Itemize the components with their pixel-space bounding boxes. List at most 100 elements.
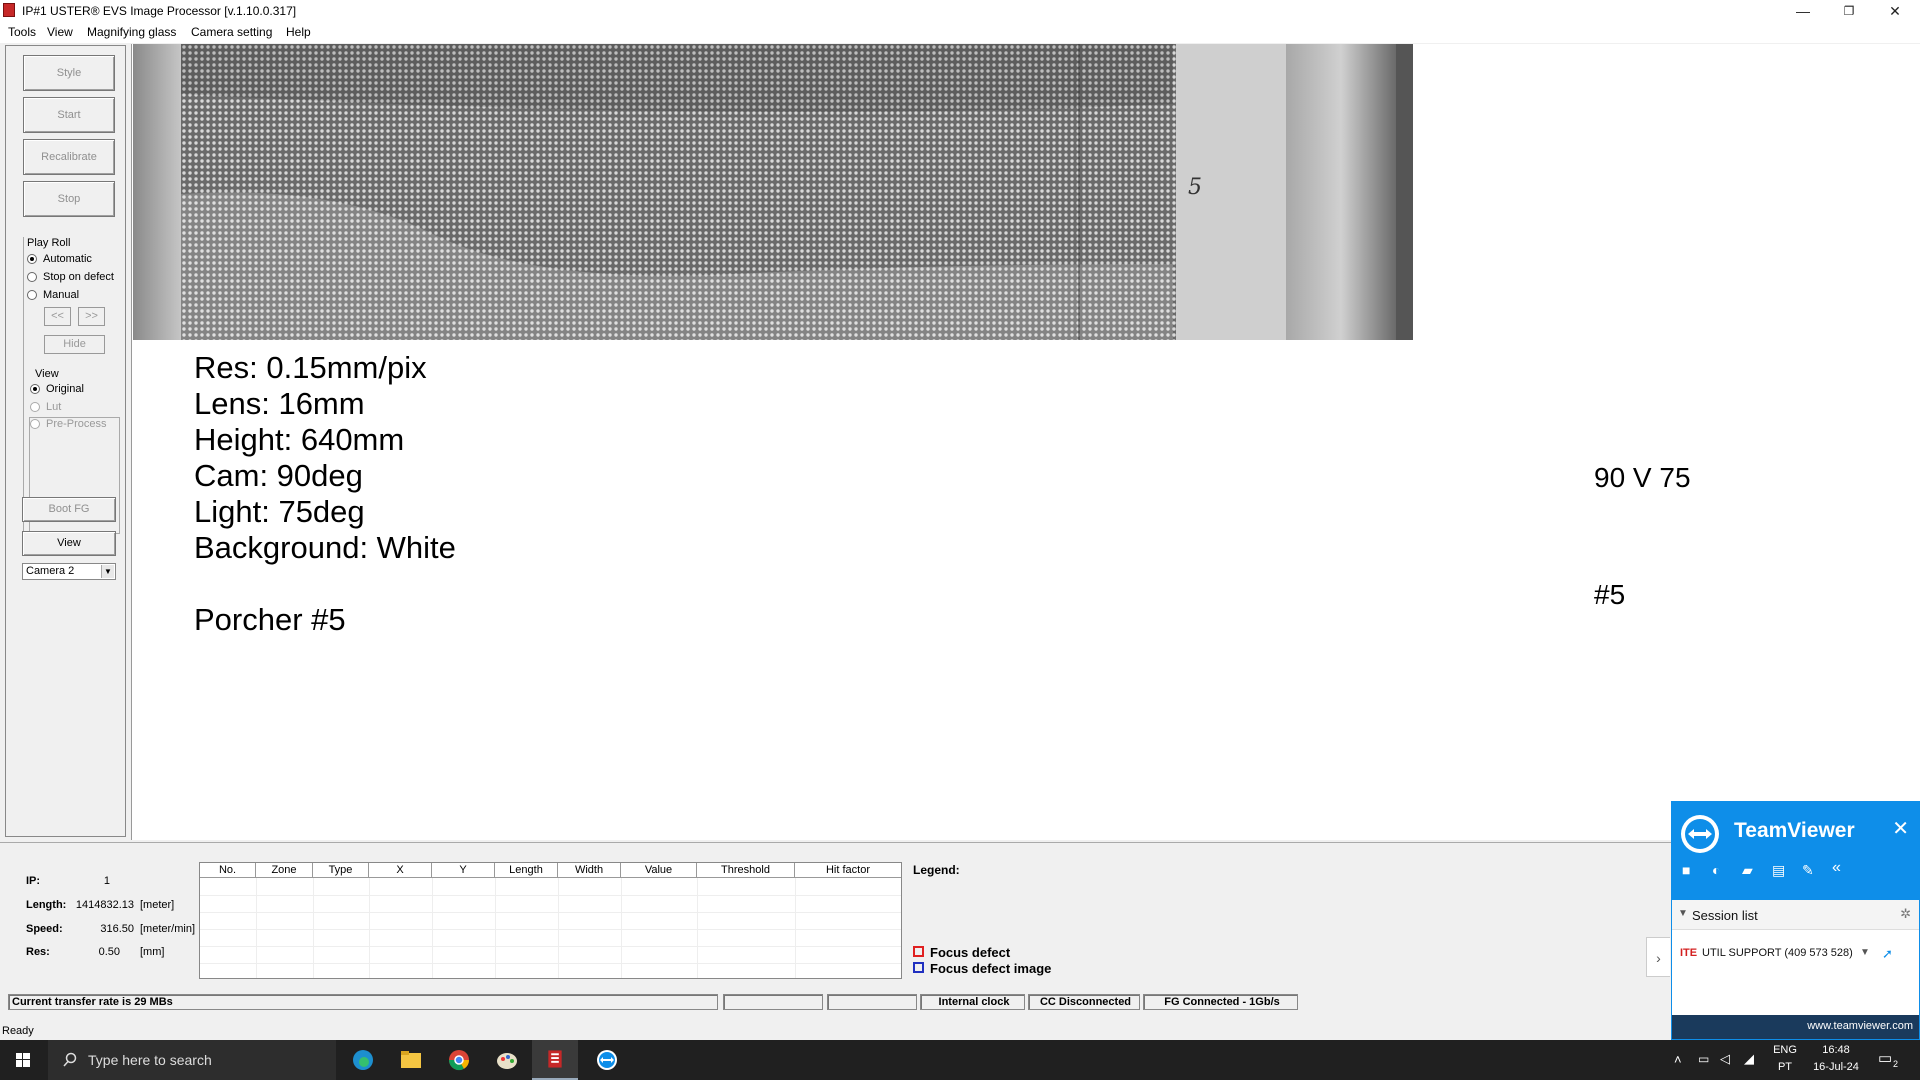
file-icon[interactable]: ▤ xyxy=(1772,862,1785,879)
legend-label-focus-defect-image: Focus defect image xyxy=(930,961,1052,976)
stop-on-defect-radio[interactable] xyxy=(27,272,37,282)
status-panel: IP: 1 Length: 1414832.13 [meter] Speed: … xyxy=(0,842,1920,1042)
clock-date[interactable]: 16-Jul-24 xyxy=(1806,1061,1866,1073)
background-text: Background: White xyxy=(194,530,456,565)
uster-evs-app-icon[interactable] xyxy=(532,1040,578,1080)
close-button[interactable]: ✕ xyxy=(1872,0,1918,22)
connect-cursor-icon[interactable]: ➚ xyxy=(1882,946,1893,962)
roll-mark-text: 5 xyxy=(1188,175,1202,200)
manual-label: Manual xyxy=(43,289,80,301)
defect-table[interactable]: No. Zone Type X Y Length Width Value Thr… xyxy=(199,862,902,979)
recalibrate-button[interactable]: Recalibrate xyxy=(23,139,115,175)
column-header-length[interactable]: Length xyxy=(495,863,558,878)
chevron-right-icon[interactable]: › xyxy=(1646,937,1670,977)
column-header-zone[interactable]: Zone xyxy=(256,863,313,878)
close-icon[interactable]: ✕ xyxy=(1892,816,1909,841)
menu-bar: Tools View Magnifying glass Camera setti… xyxy=(0,22,1920,43)
view-button[interactable]: View xyxy=(22,531,116,556)
boot-fg-button[interactable]: Boot FG xyxy=(22,497,116,522)
style-button[interactable]: Style xyxy=(23,55,115,91)
chat-icon[interactable]: ▰ xyxy=(1742,862,1753,879)
column-header-type[interactable]: Type xyxy=(313,863,369,878)
taskbar: Type here to search ˄ ▭ ◁ ◢ ENG PT 16:48… xyxy=(0,1040,1920,1080)
window-title: IP#1 USTER® EVS Image Processor [v.1.10.… xyxy=(22,4,297,18)
camera-select[interactable]: Camera 2 ▼ xyxy=(22,563,116,580)
sample-name-text: Porcher #5 xyxy=(194,602,346,637)
clock-time[interactable]: 16:48 xyxy=(1806,1044,1866,1056)
angle-note-text: 90 V 75 xyxy=(1594,462,1691,493)
legend-label-focus-defect: Focus defect xyxy=(930,945,1011,960)
stop-button[interactable]: Stop xyxy=(23,181,115,217)
title-bar: IP#1 USTER® EVS Image Processor [v.1.10.… xyxy=(0,0,1920,22)
column-header-y[interactable]: Y xyxy=(432,863,495,878)
ip-value: 1 xyxy=(103,875,110,887)
notification-icon[interactable]: ▭ xyxy=(1878,1049,1892,1067)
tools-icon[interactable]: ✎ xyxy=(1802,862,1814,879)
edge-browser-icon[interactable] xyxy=(340,1040,386,1080)
cc-status: CC Disconnected xyxy=(1028,994,1140,1010)
table-gridline xyxy=(432,878,433,978)
status-bar: Current transfer rate is 29 MBs Internal… xyxy=(8,994,1298,1010)
video-icon[interactable]: ■ xyxy=(1682,862,1690,878)
table-gridline xyxy=(495,878,496,978)
column-header-no[interactable]: No. xyxy=(200,863,256,878)
original-radio[interactable] xyxy=(30,384,40,394)
column-header-width[interactable]: Width xyxy=(558,863,621,878)
legend-swatch-focus-defect-image xyxy=(913,962,924,973)
teamviewer-url[interactable]: www.teamviewer.com xyxy=(1807,1020,1913,1032)
session-item[interactable]: UTIL SUPPORT (409 573 528) xyxy=(1702,947,1853,959)
session-list-header[interactable]: ▼ Session list ✲ xyxy=(1672,900,1919,930)
table-gridline xyxy=(558,878,559,978)
menu-camera-setting[interactable]: Camera setting xyxy=(191,25,272,39)
ready-status: Ready xyxy=(2,1025,34,1037)
file-explorer-icon[interactable] xyxy=(388,1040,434,1080)
automatic-radio[interactable] xyxy=(27,254,37,264)
hide-button[interactable]: Hide xyxy=(44,335,105,354)
chevron-up-icon[interactable]: ˄ xyxy=(1674,1052,1682,1067)
triangle-down-icon[interactable]: ▼ xyxy=(1678,908,1688,919)
network-icon[interactable]: ◢ xyxy=(1744,1051,1754,1067)
menu-view[interactable]: View xyxy=(47,25,73,39)
menu-help[interactable]: Help xyxy=(286,25,311,39)
meet-now-icon[interactable]: ▭ xyxy=(1698,1052,1709,1066)
start-button[interactable]: Start xyxy=(23,97,115,133)
chevron-down-icon[interactable]: ▼ xyxy=(101,565,114,578)
lens-text: Lens: 16mm xyxy=(194,386,365,421)
light-angle-text: Light: 75deg xyxy=(194,494,365,529)
gear-icon[interactable]: ✲ xyxy=(1900,906,1911,922)
cam-angle-text: Cam: 90deg xyxy=(194,458,363,493)
table-gridline xyxy=(369,878,370,978)
restore-button[interactable]: ❐ xyxy=(1826,0,1872,22)
stop-on-defect-label: Stop on defect xyxy=(43,271,114,283)
speed-unit: [meter/min] xyxy=(140,923,196,935)
language-indicator[interactable]: ENG xyxy=(1770,1044,1800,1056)
menu-magnifying-glass[interactable]: Magnifying glass xyxy=(87,25,176,39)
table-gridline xyxy=(697,878,698,978)
chrome-browser-icon[interactable] xyxy=(436,1040,482,1080)
column-header-hit-factor[interactable]: Hit factor xyxy=(795,863,901,878)
taskbar-search[interactable]: Type here to search xyxy=(48,1040,336,1080)
menu-tools[interactable]: Tools xyxy=(8,25,36,39)
keyboard-layout-indicator[interactable]: PT xyxy=(1770,1061,1800,1073)
column-header-x[interactable]: X xyxy=(369,863,432,878)
collapse-icon[interactable]: « xyxy=(1832,859,1841,877)
teamviewer-app-icon[interactable] xyxy=(584,1040,630,1080)
volume-icon[interactable]: ◁ xyxy=(1720,1051,1730,1067)
pre-process-radio[interactable] xyxy=(30,419,40,429)
column-header-value[interactable]: Value xyxy=(621,863,697,878)
windows-start-icon[interactable] xyxy=(0,1040,46,1080)
res-unit: [mm] xyxy=(140,946,165,958)
manual-radio[interactable] xyxy=(27,290,37,300)
column-header-threshold[interactable]: Threshold xyxy=(697,863,795,878)
image-view: 5 Res: 0.15mm/pix Lens: 16mm Height: 640… xyxy=(131,44,1920,840)
legend-title: Legend: xyxy=(913,863,960,877)
length-unit: [meter] xyxy=(140,899,175,911)
previous-button[interactable]: << xyxy=(44,307,71,326)
triangle-down-icon[interactable]: ▼ xyxy=(1860,947,1870,958)
headset-icon[interactable]: ◐ xyxy=(1712,862,1720,878)
minimize-button[interactable]: — xyxy=(1780,0,1826,22)
status-panel-empty xyxy=(827,994,917,1010)
paint-app-icon[interactable] xyxy=(484,1040,530,1080)
next-button[interactable]: >> xyxy=(78,307,105,326)
lut-radio[interactable] xyxy=(30,402,40,412)
